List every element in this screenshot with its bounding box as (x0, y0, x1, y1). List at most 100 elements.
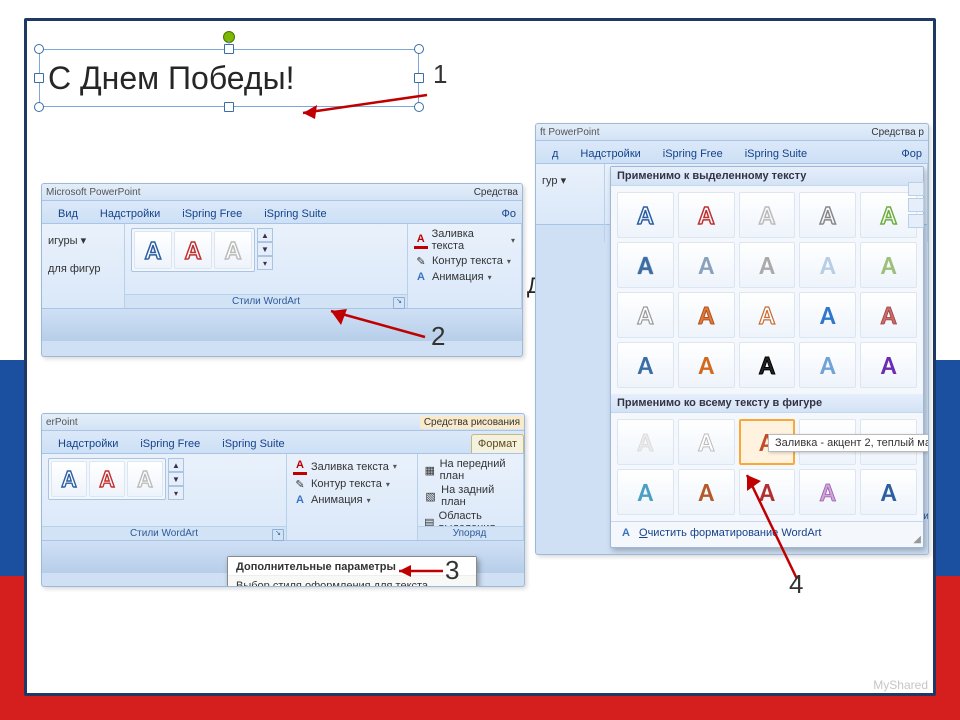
bring-front-button[interactable]: ▦ На передний план (424, 458, 517, 482)
wordart-style[interactable]: A (860, 469, 917, 515)
wordart-style-preview[interactable]: A (214, 231, 252, 269)
group-label-text: Упоряд (453, 528, 487, 539)
wordart-style[interactable]: A (860, 242, 917, 288)
window-titlebar: ft PowerPoint Средства р (536, 124, 928, 141)
mini-button[interactable] (908, 214, 924, 228)
wordart-gallery[interactable]: A A A (131, 228, 255, 272)
gallery-expand-button[interactable]: ▾ (257, 256, 273, 270)
ribbon-tabs: д Надстройки iSpring Free iSpring Suite … (536, 141, 928, 164)
tab-view-partial[interactable]: д (546, 145, 564, 163)
text-fill-icon: A (414, 232, 428, 249)
gallery-prev-row-button[interactable]: ▲ (257, 228, 273, 242)
wordart-style[interactable]: A (617, 469, 674, 515)
ribbon-tabs: Вид Надстройки iSpring Free iSpring Suit… (42, 201, 522, 224)
shapes-menu-partial[interactable]: игуры ▾ (48, 234, 118, 247)
wordart-style[interactable]: A (678, 242, 735, 288)
bring-front-icon: ▦ (424, 463, 436, 477)
ribbon-panel-step2: Microsoft PowerPoint Средства Вид Надстр… (41, 183, 523, 357)
text-outline-label: Контур текста (311, 478, 382, 490)
wordart-style[interactable]: A (678, 292, 735, 338)
wordart-style[interactable]: A (739, 192, 796, 238)
wordart-style-preview[interactable]: A (89, 461, 125, 497)
send-back-icon: ▧ (424, 489, 437, 503)
dialog-launcher-button[interactable]: ↘ (272, 529, 284, 541)
tab-ispring-suite[interactable]: iSpring Suite (739, 145, 813, 163)
ribbon-mini-icons (908, 182, 924, 228)
tab-addins[interactable]: Надстройки (52, 435, 124, 453)
wordart-style[interactable]: A (617, 192, 674, 238)
wordart-style[interactable]: A (739, 292, 796, 338)
send-back-button[interactable]: ▧ На задний план (424, 484, 517, 508)
tab-ispring-suite[interactable]: iSpring Suite (258, 205, 332, 223)
wordart-style[interactable]: A (678, 192, 735, 238)
text-fill-button[interactable]: A Заливка текста▾ (293, 458, 411, 475)
dropdown-section-selected-text: Применимо к выделенному тексту (611, 167, 923, 186)
wordart-style[interactable]: A (678, 419, 735, 465)
wordart-style[interactable]: A (860, 292, 917, 338)
wordart-style[interactable]: A (617, 292, 674, 338)
wordart-style-preview[interactable]: A (174, 231, 212, 269)
wordart-gallery[interactable]: A A A (48, 458, 166, 500)
wordart-style[interactable]: A (739, 242, 796, 288)
resize-handle-sw[interactable] (34, 102, 44, 112)
group-label-text: Стили WordArt (130, 528, 198, 539)
context-tab-title: Средства (474, 187, 522, 198)
tab-ispring-free[interactable]: iSpring Free (176, 205, 248, 223)
step-label-3: 3 (445, 555, 459, 586)
wordart-style[interactable]: A (739, 342, 796, 388)
tab-view[interactable]: Вид (52, 205, 84, 223)
wordart-grid-selected-text: A A A A A A A A A A A A A A A A A A A A (611, 186, 923, 394)
arrow-1 (287, 87, 437, 127)
text-outline-button[interactable]: ✎ Контур текста▾ (414, 254, 515, 268)
resize-handle-w[interactable] (34, 73, 44, 83)
pen-icon: ✎ (414, 254, 428, 268)
text-effects-button[interactable]: A Анимация▾ (293, 493, 411, 507)
shape-styles-partial[interactable]: для фигур (48, 263, 118, 275)
mini-button[interactable] (908, 198, 924, 212)
gallery-next-row-button[interactable]: ▼ (168, 472, 184, 486)
mini-button[interactable] (908, 182, 924, 196)
wordart-style-preview[interactable]: A (51, 461, 87, 497)
gallery-expand-button[interactable]: ▾ (168, 486, 184, 500)
ribbon-group-shapes-partial: игуры ▾ для фигур (42, 224, 125, 308)
tab-format-partial[interactable]: Фо (496, 205, 522, 223)
wordart-style[interactable]: A (799, 242, 856, 288)
resize-handle-s[interactable] (224, 102, 234, 112)
gallery-prev-row-button[interactable]: ▲ (168, 458, 184, 472)
gallery-next-row-button[interactable]: ▼ (257, 242, 273, 256)
resize-grip-icon[interactable]: ◢ (913, 534, 921, 545)
tab-ispring-free[interactable]: iSpring Free (657, 145, 729, 163)
wordart-style[interactable]: A (678, 342, 735, 388)
text-fill-label: Заливка текста (432, 228, 507, 252)
resize-handle-n[interactable] (224, 44, 234, 54)
group-label-arrange: Упоряд (418, 526, 523, 540)
text-effects-icon: A (414, 270, 428, 284)
watermark: MyShared (873, 678, 928, 692)
wordart-style-preview[interactable]: A (134, 231, 172, 269)
wordart-style[interactable]: A (799, 192, 856, 238)
wordart-style-preview[interactable]: A (127, 461, 163, 497)
tab-ispring-suite[interactable]: iSpring Suite (216, 435, 290, 453)
wordart-style[interactable]: A (799, 292, 856, 338)
wordart-hover-tooltip: Заливка - акцент 2, теплый ма (768, 434, 929, 452)
context-tab-title: Средства рисования (420, 416, 524, 429)
resize-handle-e[interactable] (414, 73, 424, 83)
text-fill-button[interactable]: A Заливка текста▾ (414, 228, 515, 252)
wordart-style[interactable]: A (860, 342, 917, 388)
tab-ispring-free[interactable]: iSpring Free (134, 435, 206, 453)
ribbon-group-shapes-partial: гур ▾ (536, 164, 605, 242)
wordart-style[interactable]: A (799, 342, 856, 388)
resize-handle-ne[interactable] (414, 44, 424, 54)
wordart-style[interactable]: A (617, 242, 674, 288)
shapes-menu-partial[interactable]: гур ▾ (542, 174, 598, 187)
tab-addins[interactable]: Надстройки (574, 145, 646, 163)
tab-format-partial[interactable]: Фор (895, 145, 928, 163)
tab-addins[interactable]: Надстройки (94, 205, 166, 223)
wordart-style[interactable]: A (617, 342, 674, 388)
tab-format[interactable]: Формат (471, 434, 524, 453)
resize-handle-nw[interactable] (34, 44, 44, 54)
text-effects-button[interactable]: A Анимация▾ (414, 270, 515, 284)
window-titlebar: Microsoft PowerPoint Средства (42, 184, 522, 201)
text-outline-button[interactable]: ✎ Контур текста▾ (293, 477, 411, 491)
wordart-style[interactable]: A (617, 419, 674, 465)
